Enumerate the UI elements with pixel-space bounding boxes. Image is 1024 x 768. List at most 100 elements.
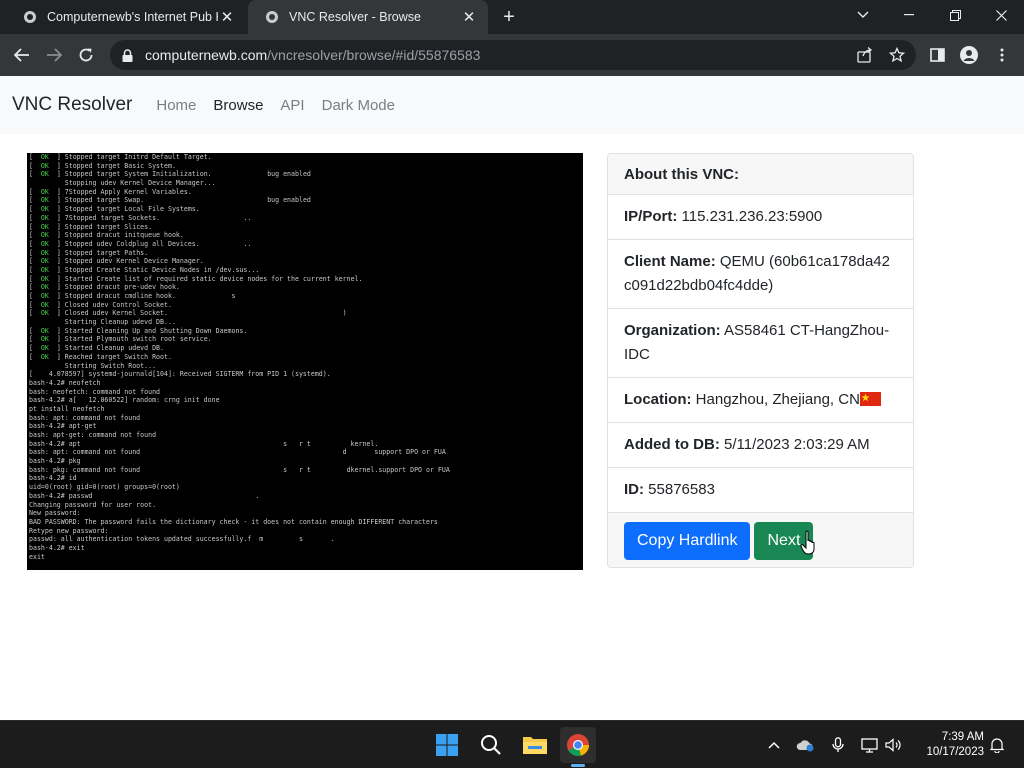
- terminal-line: bash-4.2# id: [29, 474, 77, 483]
- profile-icon[interactable]: [956, 42, 982, 68]
- minimize-icon[interactable]: [886, 0, 932, 30]
- tab-internet-pub[interactable]: Computernewb's Internet Pub H ✕: [6, 0, 246, 34]
- location-label: Location:: [624, 391, 692, 408]
- terminal-line: [ OK ] Stopped target Paths.: [29, 248, 149, 257]
- id-row: ID: 55876583: [608, 468, 913, 513]
- copy-hardlink-button[interactable]: Copy Hardlink: [624, 522, 751, 560]
- terminal-line: [ OK ] Closed udev Kernel Socket. ): [29, 309, 347, 318]
- terminal-line: New password:: [29, 509, 81, 518]
- volume-icon[interactable]: [883, 734, 905, 756]
- close-tab-icon[interactable]: ✕: [218, 8, 236, 26]
- card-footer: Copy Hardlink Next: [608, 513, 913, 567]
- terminal-ok-marker: OK: [40, 257, 49, 266]
- terminal-line: Starting Cleanup udevd DB...: [29, 318, 176, 327]
- nav-dark-mode[interactable]: Dark Mode: [322, 97, 395, 114]
- terminal-line: bash-4.2# apt s r t kernel.: [29, 439, 379, 448]
- terminal-line: Stopping udev Kernel Device Manager...: [29, 179, 216, 188]
- restore-icon[interactable]: [932, 0, 978, 30]
- terminal-ok-marker: OK: [40, 170, 49, 179]
- url-host: computernewb.com: [145, 47, 268, 63]
- terminal-line: bash: neofetch: command not found: [29, 387, 161, 396]
- location-value: Hangzhou, Zhejiang, CN: [695, 391, 860, 408]
- ip-port-row: IP/Port: 115.231.236.23:5900: [608, 195, 913, 240]
- terminal-ok-marker: OK: [40, 153, 49, 161]
- menu-kebab-icon[interactable]: [989, 42, 1015, 68]
- share-icon[interactable]: [857, 47, 873, 63]
- terminal-line: [ OK ] Reached target Switch Root.: [29, 352, 172, 361]
- terminal-line: [ OK ] Stopped target Initrd Default Tar…: [29, 153, 212, 161]
- windows-start-icon[interactable]: [429, 727, 465, 763]
- client-name-row: Client Name: QEMU (60b61ca178da42c091d22…: [608, 240, 913, 309]
- terminal-line: [ OK ] 7Stopped Apply Kernel Variables.: [29, 187, 192, 196]
- reload-icon[interactable]: [73, 42, 99, 68]
- chrome-icon[interactable]: [560, 727, 596, 763]
- terminal-ok-marker: OK: [40, 187, 49, 196]
- onedrive-cloud-icon[interactable]: [794, 734, 816, 756]
- microphone-icon[interactable]: [827, 734, 849, 756]
- nav-home[interactable]: Home: [156, 97, 196, 114]
- id-label: ID:: [624, 481, 644, 498]
- terminal-ok-marker: OK: [40, 231, 49, 240]
- nav-api[interactable]: API: [280, 97, 304, 114]
- windows-taskbar: 7:39 AM 10/17/2023: [0, 720, 1024, 768]
- terminal-ok-marker: OK: [40, 161, 49, 170]
- terminal-line: uid=0(root) gid=0(root) groups=0(root): [29, 483, 180, 492]
- terminal-line: passwd: all authentication tokens update…: [29, 535, 335, 544]
- forward-icon[interactable]: [41, 42, 67, 68]
- terminal-line: [ OK ] Started Plymouth switch root serv…: [29, 335, 212, 344]
- terminal-line: [ OK ] Stopped dracut initqueue hook.: [29, 231, 184, 240]
- search-icon[interactable]: [473, 727, 509, 763]
- terminal-ok-marker: OK: [40, 326, 49, 335]
- brand-link[interactable]: VNC Resolver: [12, 94, 132, 116]
- notification-bell-icon[interactable]: [986, 734, 1008, 756]
- close-tab-icon[interactable]: ✕: [460, 8, 478, 26]
- site-favicon-icon: [22, 9, 38, 25]
- terminal-line: bash-4.2# pkg: [29, 457, 81, 466]
- tab-search-icon[interactable]: [840, 0, 886, 30]
- file-explorer-icon[interactable]: [517, 727, 553, 763]
- terminal-line: bash: apt: command not found: [29, 413, 141, 422]
- terminal-line: bash-4.2# exit: [29, 543, 85, 552]
- id-value: 55876583: [648, 481, 715, 498]
- terminal-line: [ OK ] Started Cleanup udevd DB.: [29, 344, 164, 353]
- new-tab-icon[interactable]: +: [498, 6, 520, 28]
- lock-icon[interactable]: [122, 48, 136, 62]
- terminal-line: [ OK ] Stopped target Basic System.: [29, 161, 176, 170]
- card-header: About this VNC:: [608, 154, 913, 195]
- active-app-indicator: [571, 764, 585, 767]
- terminal-line: [ OK ] Stopped dracut pre-udev hook.: [29, 283, 180, 292]
- side-panel-icon[interactable]: [924, 42, 950, 68]
- organization-row: Organization: AS58461 CT-HangZhou-IDC: [608, 309, 913, 378]
- show-hidden-icons-chevron-icon[interactable]: [763, 734, 785, 756]
- network-icon[interactable]: [858, 734, 880, 756]
- client-name-label: Client Name:: [624, 253, 716, 270]
- terminal-line: bash: apt: command not found d support D…: [29, 448, 446, 457]
- address-bar[interactable]: computernewb.com/vncresolver/browse/#id/…: [110, 40, 916, 70]
- nav-browse[interactable]: Browse: [213, 97, 263, 114]
- terminal-line: [ OK ] Stopped udev Coldplug all Devices…: [29, 239, 252, 248]
- back-icon[interactable]: [9, 42, 35, 68]
- terminal-ok-marker: OK: [40, 274, 49, 283]
- terminal-line: Retype new password:: [29, 526, 109, 535]
- terminal-line: bash: apt-get: command not found: [29, 431, 157, 439]
- tab-vnc-resolver[interactable]: VNC Resolver - Browse ✕: [248, 0, 488, 34]
- close-window-icon[interactable]: [978, 0, 1024, 30]
- tab-title: Computernewb's Internet Pub H: [47, 10, 218, 24]
- terminal-line: pt install neofetch: [29, 404, 105, 413]
- terminal-line: bash: pkg: command not found s r t dkern…: [29, 465, 450, 474]
- terminal-line: exit: [29, 552, 45, 561]
- browser-tab-bar: Computernewb's Internet Pub H ✕ VNC Reso…: [0, 0, 1024, 34]
- terminal-ok-marker: OK: [40, 300, 49, 309]
- terminal-ok-marker: OK: [40, 222, 49, 231]
- taskbar-clock[interactable]: 7:39 AM 10/17/2023: [914, 730, 984, 760]
- ip-port-value: 115.231.236.23:5900: [681, 208, 823, 225]
- terminal-line: [ OK ] Stopped target Swap. bug enabled: [29, 196, 311, 205]
- hand-cursor-icon: [800, 530, 815, 555]
- terminal-line: bash-4.2# a[ 12.060522] random: crng ini…: [29, 396, 220, 405]
- ip-port-label: IP/Port:: [624, 208, 678, 225]
- site-navbar: VNC Resolver Home Browse API Dark Mode: [0, 76, 1024, 134]
- terminal-line: [ OK ] Started Cleaning Up and Shutting …: [29, 326, 248, 335]
- bookmark-star-icon[interactable]: [889, 47, 905, 63]
- clock-date: 10/17/2023: [926, 746, 984, 758]
- terminal-ok-marker: OK: [40, 248, 49, 257]
